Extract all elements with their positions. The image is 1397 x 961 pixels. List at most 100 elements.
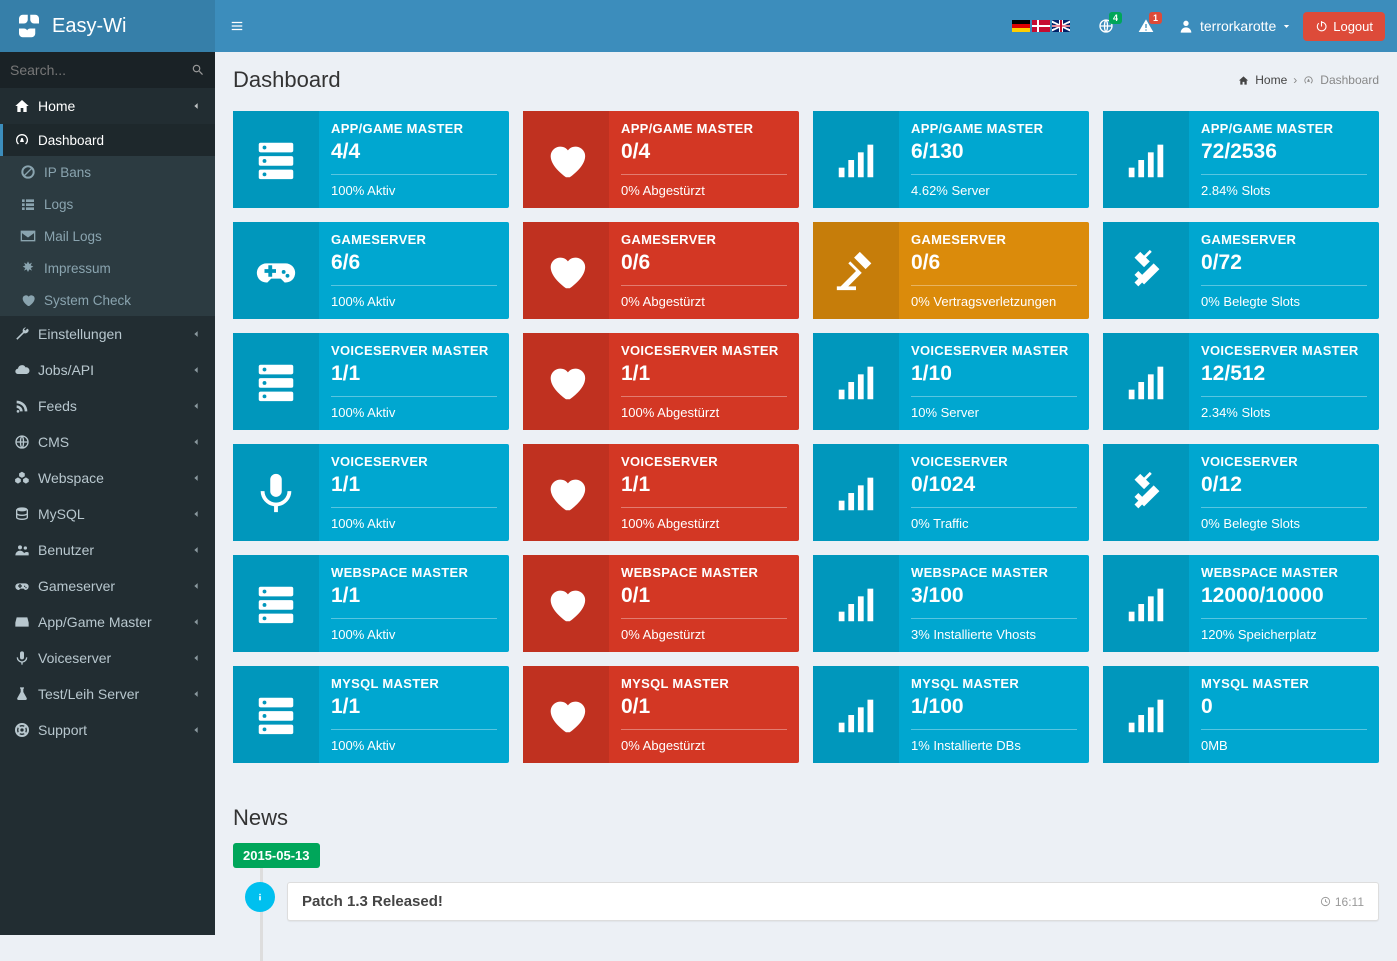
stat-card[interactable]: MYSQL MASTER 0 0MB	[1103, 666, 1379, 763]
sidebar-item[interactable]: Test/Leih Server	[0, 676, 215, 712]
card-value: 12000/10000	[1201, 580, 1367, 618]
stat-card[interactable]: WEBSPACE MASTER 0/1 0% Abgestürzt	[523, 555, 799, 652]
sidebar-toggle[interactable]	[215, 0, 259, 52]
card-icon-box	[813, 555, 899, 652]
sidebar-sub-item[interactable]: Mail Logs	[0, 220, 215, 252]
flag-de[interactable]	[1012, 20, 1030, 32]
list-icon	[20, 196, 36, 212]
sidebar-sub-item[interactable]: Logs	[0, 188, 215, 220]
gamepad-icon	[253, 248, 299, 294]
stat-card[interactable]: APP/GAME MASTER 4/4 100% Aktiv	[233, 111, 509, 208]
card-value: 1/1	[621, 358, 787, 396]
sidebar-sub-item[interactable]: IP Bans	[0, 156, 215, 188]
brand-logo[interactable]: Easy-Wi	[0, 0, 215, 52]
nav-user-menu[interactable]: terrorkarotte	[1166, 4, 1303, 48]
stat-card[interactable]: WEBSPACE MASTER 3/100 3% Installierte Vh…	[813, 555, 1089, 652]
chevron-left-icon	[191, 437, 201, 447]
stat-card[interactable]: WEBSPACE MASTER 1/1 100% Aktiv	[233, 555, 509, 652]
breadcrumb: Home › Dashboard	[1238, 73, 1379, 87]
card-footer: 100% Aktiv	[331, 396, 497, 430]
stat-card[interactable]: GAMESERVER 0/72 0% Belegte Slots	[1103, 222, 1379, 319]
card-title: WEBSPACE MASTER	[621, 565, 787, 580]
nav-notifications[interactable]: 4	[1086, 4, 1126, 48]
wrench-icon	[14, 326, 30, 342]
label: Home	[38, 98, 75, 114]
stat-card[interactable]: VOICESERVER MASTER 1/1 100% Aktiv	[233, 333, 509, 430]
stat-card[interactable]: VOICESERVER 0/12 0% Belegte Slots	[1103, 444, 1379, 541]
chevron-left-icon	[191, 329, 201, 339]
nav-warnings[interactable]: 1	[1126, 4, 1166, 48]
home-icon	[14, 98, 30, 114]
stat-card[interactable]: VOICESERVER 1/1 100% Abgestürzt	[523, 444, 799, 541]
sidebar-item[interactable]: Gameserver	[0, 568, 215, 604]
sidebar-item[interactable]: Benutzer	[0, 532, 215, 568]
card-icon-box	[233, 555, 319, 652]
stat-card[interactable]: MYSQL MASTER 1/100 1% Installierte DBs	[813, 666, 1089, 763]
label: Logs	[44, 197, 73, 212]
signal-icon	[833, 581, 879, 627]
stat-card[interactable]: APP/GAME MASTER 0/4 0% Abgestürzt	[523, 111, 799, 208]
sidebar-item[interactable]: Webspace	[0, 460, 215, 496]
card-value: 0/12	[1201, 469, 1367, 507]
card-title: VOICESERVER MASTER	[911, 343, 1077, 358]
search-icon[interactable]	[191, 63, 205, 77]
sidebar-item[interactable]: CMS	[0, 424, 215, 460]
stat-card[interactable]: GAMESERVER 0/6 0% Vertragsverletzungen	[813, 222, 1089, 319]
card-title: VOICESERVER MASTER	[621, 343, 787, 358]
news-bullet	[245, 882, 275, 912]
card-footer: 3% Installierte Vhosts	[911, 618, 1077, 652]
card-icon-box	[813, 222, 899, 319]
stat-card[interactable]: APP/GAME MASTER 6/130 4.62% Server	[813, 111, 1089, 208]
card-footer: 0% Abgestürzt	[621, 618, 787, 652]
sidebar-item[interactable]: Support	[0, 712, 215, 748]
flag-uk[interactable]	[1052, 20, 1070, 32]
card-footer: 2.84% Slots	[1201, 174, 1367, 208]
chevron-left-icon	[191, 689, 201, 699]
sidebar-item-home[interactable]: Home Dashboard IP Bans Logs Mail LogsImpres…	[0, 88, 215, 316]
sidebar-sub-item[interactable]: System Check	[0, 284, 215, 316]
stat-card[interactable]: MYSQL MASTER 1/1 100% Aktiv	[233, 666, 509, 763]
sidebar-item[interactable]: Einstellungen	[0, 316, 215, 352]
stat-card[interactable]: MYSQL MASTER 0/1 0% Abgestürzt	[523, 666, 799, 763]
card-title: APP/GAME MASTER	[911, 121, 1077, 136]
signal-icon	[833, 692, 879, 738]
stat-card[interactable]: VOICESERVER MASTER 1/1 100% Abgestürzt	[523, 333, 799, 430]
card-icon-box	[233, 333, 319, 430]
sidebar-sub-item[interactable]: Impressum	[0, 252, 215, 284]
label: IP Bans	[44, 165, 91, 180]
label: Test/Leih Server	[38, 686, 139, 702]
signal-icon	[1123, 137, 1169, 183]
card-title: APP/GAME MASTER	[331, 121, 497, 136]
label: Benutzer	[38, 542, 94, 558]
sidebar-item[interactable]: App/Game Master	[0, 604, 215, 640]
card-title: MYSQL MASTER	[331, 676, 497, 691]
chevron-left-icon	[191, 401, 201, 411]
stat-card[interactable]: GAMESERVER 0/6 0% Abgestürzt	[523, 222, 799, 319]
server-icon	[253, 692, 299, 738]
stat-card[interactable]: VOICESERVER MASTER 1/10 10% Server	[813, 333, 1089, 430]
stat-card[interactable]: VOICESERVER 0/1024 0% Traffic	[813, 444, 1089, 541]
card-title: MYSQL MASTER	[911, 676, 1077, 691]
label: System Check	[44, 293, 131, 308]
stat-card[interactable]: WEBSPACE MASTER 12000/10000 120% Speiche…	[1103, 555, 1379, 652]
stat-card[interactable]: GAMESERVER 6/6 100% Aktiv	[233, 222, 509, 319]
search-input[interactable]	[10, 62, 191, 78]
stat-card[interactable]: VOICESERVER MASTER 12/512 2.34% Slots	[1103, 333, 1379, 430]
server-icon	[253, 137, 299, 183]
card-icon-box	[233, 111, 319, 208]
sidebar-item[interactable]: Feeds	[0, 388, 215, 424]
sidebar-item[interactable]: MySQL	[0, 496, 215, 532]
sidebar-item[interactable]: Jobs/API	[0, 352, 215, 388]
stat-card[interactable]: VOICESERVER 1/1 100% Aktiv	[233, 444, 509, 541]
card-footer: 0% Traffic	[911, 507, 1077, 541]
stat-card[interactable]: APP/GAME MASTER 72/2536 2.84% Slots	[1103, 111, 1379, 208]
card-icon-box	[523, 222, 609, 319]
card-footer: 0% Abgestürzt	[621, 174, 787, 208]
sidebar-item[interactable]: Voiceserver	[0, 640, 215, 676]
logout-button[interactable]: Logout	[1303, 12, 1385, 41]
flag-dk[interactable]	[1032, 20, 1050, 32]
plug-icon	[1123, 470, 1169, 516]
sidebar-sub-item[interactable]: Dashboard	[0, 124, 215, 156]
breadcrumb-home[interactable]: Home	[1255, 73, 1287, 87]
news-box[interactable]: Patch 1.3 Released! 16:11	[287, 882, 1379, 921]
